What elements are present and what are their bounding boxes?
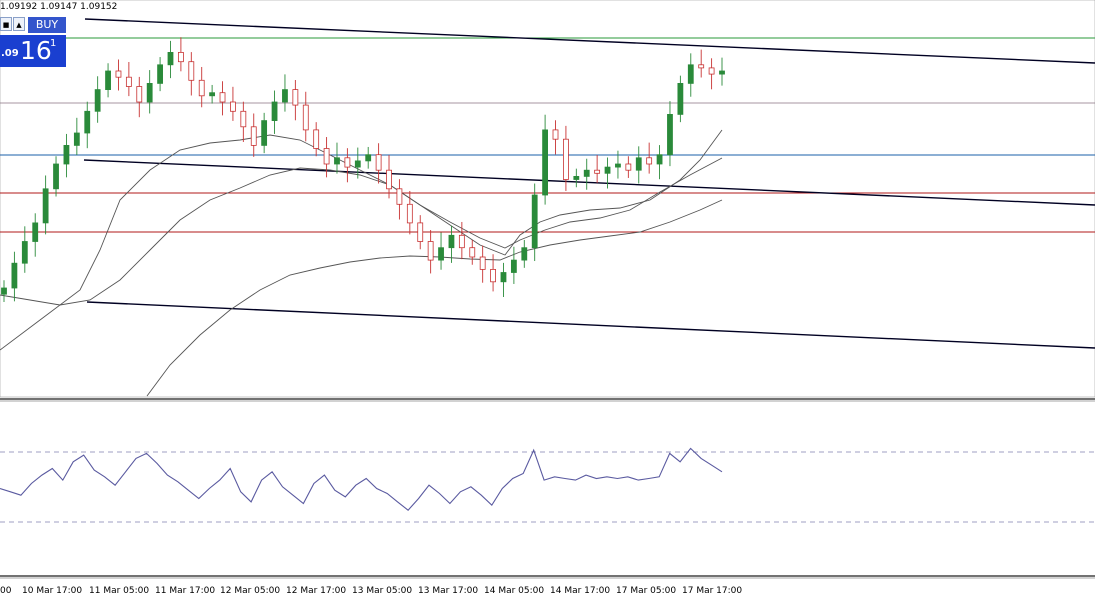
candle-body	[656, 154, 663, 165]
candle-body	[167, 52, 174, 66]
candle-body	[209, 92, 216, 97]
candle-body	[375, 154, 382, 171]
candle-body	[458, 234, 465, 249]
candle-body	[469, 247, 476, 258]
candle-body	[448, 234, 455, 249]
buy-price-prefix: .09	[1, 48, 19, 59]
candle-body	[490, 268, 496, 283]
candle-body	[271, 101, 278, 122]
candle-body	[354, 160, 361, 168]
x-tick-label: 12 Mar 17:00	[286, 586, 347, 596]
candle-body	[521, 247, 528, 261]
x-tick-label: 13 Mar 17:00	[418, 586, 479, 596]
buy-price-big: 16	[20, 36, 52, 65]
candle-body	[365, 154, 372, 162]
candle-body	[386, 169, 392, 190]
candle-body	[604, 166, 611, 174]
candle-body	[510, 259, 517, 273]
x-tick-label: 14 Mar 05:00	[484, 586, 545, 596]
candle-body	[438, 247, 444, 261]
candle-body	[63, 144, 70, 165]
candle-body	[406, 203, 413, 224]
candle-body	[94, 89, 101, 112]
candle-body	[334, 157, 340, 165]
x-tick-label: 14 Mar 17:00	[550, 586, 611, 596]
candle-body	[198, 79, 205, 97]
candle-body	[323, 148, 330, 165]
candle-body	[240, 110, 247, 128]
candle-body	[552, 129, 559, 140]
candle-body	[313, 129, 320, 149]
candle-body	[646, 157, 653, 165]
candle-body	[230, 101, 236, 112]
one-click-trading-panel: ■ ▲ BUY .09 16 1	[0, 16, 66, 67]
candle-body	[219, 92, 226, 103]
candle-body	[115, 70, 122, 78]
candle-body	[583, 169, 590, 177]
candle-body	[1, 287, 7, 295]
candle-body	[73, 132, 80, 146]
candle-body	[146, 83, 153, 103]
rsi-line	[0, 447, 723, 511]
candle-body	[188, 61, 195, 81]
candle-body	[261, 120, 268, 146]
candle-body	[698, 64, 705, 69]
candle-body	[42, 188, 49, 224]
candle-body	[687, 64, 694, 84]
candle-body	[125, 76, 132, 87]
window-icon[interactable]: ■	[0, 17, 12, 31]
x-tick-label: 11 Mar 17:00	[155, 586, 216, 596]
x-tick-label: 00	[0, 586, 12, 596]
candle-body	[615, 163, 621, 168]
candle-body	[542, 129, 549, 196]
candle-body	[635, 157, 642, 171]
candle-body	[53, 163, 59, 190]
x-tick-label: 11 Mar 05:00	[89, 586, 150, 596]
candle-body	[573, 175, 580, 180]
buy-price-sup: 1	[50, 38, 57, 49]
candle-body	[594, 169, 601, 174]
price-panel	[0, 0, 1095, 398]
candle-body	[708, 67, 715, 75]
buy-price-box[interactable]: .09 16 1	[0, 35, 66, 67]
candle-body	[427, 241, 434, 261]
candle-body	[344, 157, 351, 168]
x-tick-label: 12 Mar 05:00	[220, 586, 281, 596]
candle-body	[250, 126, 257, 146]
candle-body	[667, 114, 673, 156]
x-tick-label: 10 Mar 17:00	[22, 586, 83, 596]
triangle-up-icon[interactable]: ▲	[13, 17, 25, 31]
x-tick-label: 17 Mar 17:00	[682, 586, 743, 596]
buy-button[interactable]: BUY	[28, 17, 66, 33]
candle-body	[500, 272, 507, 283]
candle-body	[677, 83, 684, 115]
x-tick-label: 13 Mar 05:00	[352, 586, 413, 596]
candle-body	[11, 262, 18, 289]
candle-body	[292, 89, 299, 106]
candle-body	[479, 256, 486, 270]
candle-body	[563, 138, 569, 180]
candle-body	[417, 222, 424, 242]
candle-body	[21, 241, 28, 264]
price-chart[interactable]	[0, 0, 1095, 600]
candle-body	[302, 104, 309, 131]
candle-body	[396, 188, 403, 205]
candle-body	[282, 89, 288, 103]
candle-body	[84, 110, 91, 134]
ohlc-readout: 1.09192 1.09147 1.09152	[0, 2, 118, 12]
candle-body	[105, 70, 111, 91]
candle-body	[32, 222, 39, 242]
candle-body	[136, 86, 143, 103]
candle-body	[625, 163, 632, 171]
candle-body	[531, 194, 538, 249]
x-tick-label: 17 Mar 05:00	[616, 586, 677, 596]
candle-body	[719, 70, 725, 75]
candle-body	[177, 52, 184, 63]
candle-body	[157, 64, 163, 84]
